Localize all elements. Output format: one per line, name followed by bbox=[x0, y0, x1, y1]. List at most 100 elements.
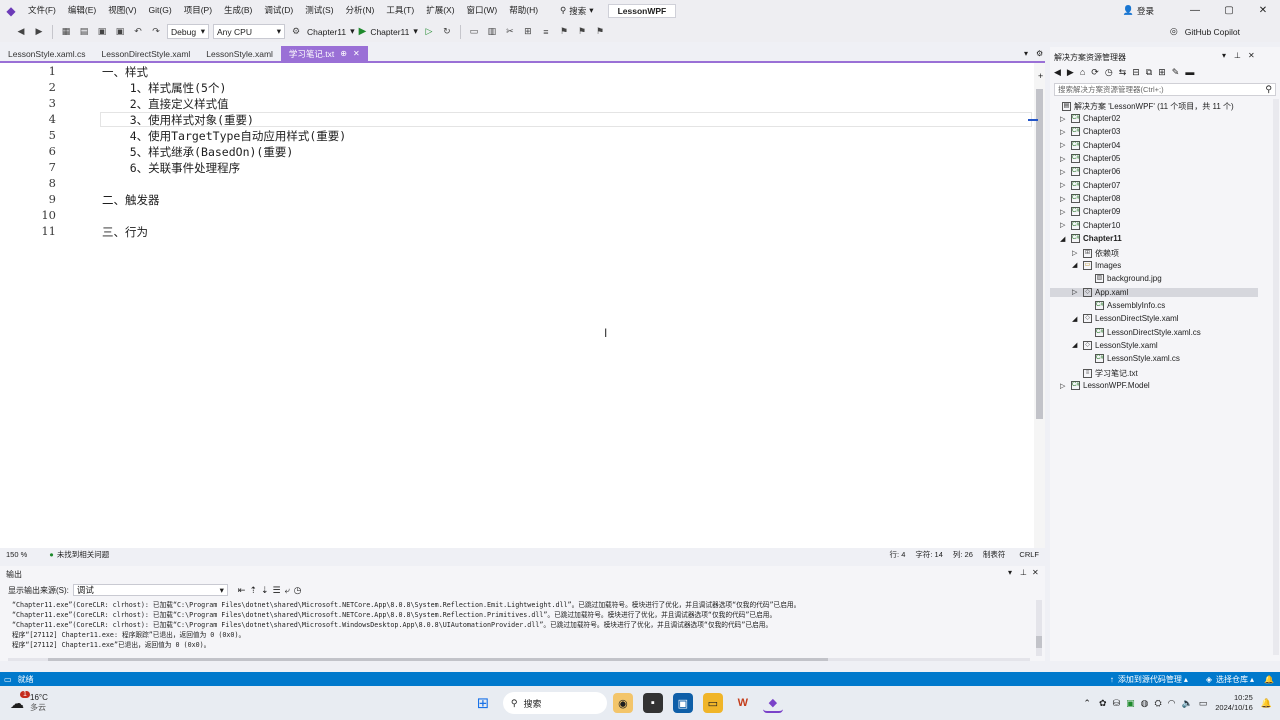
account-icon[interactable]: 👤 bbox=[1123, 5, 1134, 16]
save-all-icon[interactable]: ▣ bbox=[113, 25, 127, 39]
tools-icon[interactable]: ✂ bbox=[503, 25, 517, 39]
menu-item[interactable]: 视图(V) bbox=[102, 0, 142, 21]
run-target-button[interactable]: Chapter11 bbox=[370, 27, 409, 37]
code-line[interactable]: 2、直接定义样式值 bbox=[102, 96, 229, 112]
layout-icon[interactable]: ▥ bbox=[485, 25, 499, 39]
copilot-icon[interactable]: ◎ bbox=[1170, 26, 1178, 37]
tree-item[interactable]: ◢ ◇ LessonDirectStyle.xaml bbox=[1050, 314, 1258, 324]
expand-down-icon[interactable]: ◢ bbox=[1060, 235, 1068, 243]
copilot-button[interactable]: GitHub Copilot bbox=[1185, 27, 1240, 37]
copy-icon[interactable]: ⧉ bbox=[1146, 67, 1152, 78]
code-line[interactable]: 一、样式 bbox=[102, 64, 148, 80]
source-select[interactable]: 调试 ▾ bbox=[72, 584, 228, 596]
explorer-scrollbar[interactable] bbox=[1273, 99, 1279, 655]
code-line[interactable]: 5、样式继承(BasedOn)(重要) bbox=[102, 144, 294, 160]
menu-item[interactable]: Git(G) bbox=[143, 0, 178, 21]
history-icon[interactable]: ◷ bbox=[1105, 67, 1113, 78]
tree-item[interactable]: ▷ C# Chapter08 bbox=[1050, 194, 1258, 204]
menu-item[interactable]: 窗口(W) bbox=[461, 0, 504, 21]
expand-right-icon[interactable]: ▷ bbox=[1060, 382, 1068, 390]
bookmark-icon[interactable]: ⚑ bbox=[557, 25, 571, 39]
menu-item[interactable]: 测试(S) bbox=[299, 0, 339, 21]
tree-item[interactable]: ◢ ◇ LessonStyle.xaml bbox=[1050, 340, 1258, 350]
tree-item[interactable]: C# LessonDirectStyle.xaml.cs bbox=[1050, 327, 1258, 337]
menu-item[interactable]: 分析(N) bbox=[340, 0, 381, 21]
expand-right-icon[interactable]: ▷ bbox=[1072, 249, 1080, 257]
solution-root[interactable]: ▤ 解决方案 'LessonWPF' (11 个项目，共 11 个) bbox=[1062, 101, 1234, 112]
expand-right-icon[interactable]: ▷ bbox=[1060, 141, 1068, 149]
tree-item[interactable]: C# LessonStyle.xaml.cs bbox=[1050, 354, 1258, 364]
tree-item[interactable]: C# AssemblyInfo.cs bbox=[1050, 300, 1258, 310]
config-select[interactable]: Debug ▾ bbox=[167, 24, 209, 39]
menu-item[interactable]: 扩展(X) bbox=[420, 0, 460, 21]
store-icon[interactable]: ▣ bbox=[672, 693, 693, 713]
document-tab[interactable]: LessonDirectStyle.xaml bbox=[93, 46, 198, 61]
tab-list-chevron-icon[interactable]: ▾ bbox=[1024, 49, 1028, 58]
expand-right-icon[interactable]: ▷ bbox=[1072, 288, 1080, 296]
next-message-icon[interactable]: ⇣ bbox=[261, 585, 269, 596]
save-icon[interactable]: ▣ bbox=[95, 25, 109, 39]
close-icon[interactable]: ✕ bbox=[1246, 5, 1280, 16]
expand-down-icon[interactable]: ◢ bbox=[1072, 315, 1080, 323]
document-tab[interactable]: 学习笔记.txt ⊕ ✕ bbox=[280, 46, 368, 61]
back-icon[interactable]: ◀ bbox=[1054, 67, 1061, 78]
expand-down-icon[interactable]: ◢ bbox=[1072, 341, 1080, 349]
hot-reload-icon[interactable]: ↻ bbox=[440, 25, 454, 39]
pin-icon[interactable]: ⊕ bbox=[340, 49, 347, 58]
timestamp-icon[interactable]: ◷ bbox=[294, 585, 302, 596]
code-line[interactable]: 4、使用TargetType自动应用样式(重要) bbox=[102, 128, 347, 144]
close-icon[interactable]: ✕ bbox=[1032, 568, 1039, 577]
zoom-level[interactable]: 150 % bbox=[6, 550, 27, 559]
wps-icon[interactable]: W bbox=[733, 693, 753, 713]
prev-message-icon[interactable]: ⇡ bbox=[249, 585, 257, 596]
search-box[interactable]: ⚲ 搜索 ▾ bbox=[554, 5, 600, 17]
tray-app-icon[interactable]: ▣ bbox=[1126, 698, 1135, 709]
weather-widget[interactable]: 16°C 多云 bbox=[30, 693, 48, 713]
clear-all-icon[interactable]: ☰ bbox=[273, 585, 281, 596]
issues-status[interactable]: 未找到相关问题 bbox=[57, 549, 110, 560]
expand-right-icon[interactable]: ▷ bbox=[1060, 128, 1068, 136]
close-icon[interactable]: ✕ bbox=[1248, 51, 1255, 60]
code-line[interactable]: 三、行为 bbox=[102, 224, 148, 240]
tray-app-icon[interactable]: ⛁ bbox=[1113, 698, 1121, 709]
document-tab[interactable]: LessonStyle.xaml.cs bbox=[0, 46, 93, 61]
tree-item[interactable]: ▷ ◇ App.xaml bbox=[1050, 287, 1258, 297]
expand-right-icon[interactable]: ▷ bbox=[1060, 155, 1068, 163]
forward-icon[interactable]: ▶ bbox=[1067, 67, 1074, 78]
vscroll-thumb[interactable] bbox=[1036, 636, 1042, 648]
output-vscrollbar[interactable] bbox=[1036, 600, 1042, 656]
bookmark-prev-icon[interactable]: ⚑ bbox=[575, 25, 589, 39]
expand-right-icon[interactable]: ▷ bbox=[1060, 208, 1068, 216]
wrench-icon[interactable]: ✎ bbox=[1172, 67, 1180, 78]
preview-icon[interactable]: ▬ bbox=[1185, 67, 1194, 77]
add-source-control[interactable]: 添加到源代码管理 bbox=[1118, 674, 1182, 685]
menu-item[interactable]: 文件(F) bbox=[22, 0, 62, 21]
volume-icon[interactable]: 🔈 bbox=[1182, 698, 1193, 709]
chevron-down-icon[interactable]: ▾ bbox=[1008, 568, 1012, 577]
output-hscrollbar[interactable] bbox=[8, 658, 1030, 661]
explorer-search-input[interactable]: 搜索解决方案资源管理器(Ctrl+;) bbox=[1058, 84, 1164, 95]
expand-right-icon[interactable]: ▷ bbox=[1060, 181, 1068, 189]
file-explorer-icon[interactable]: ▭ bbox=[702, 693, 723, 713]
tree-item[interactable]: ▷ C# LessonWPF.Model bbox=[1050, 381, 1258, 390]
expand-right-icon[interactable]: ▷ bbox=[1060, 168, 1068, 176]
task-view-icon[interactable]: ▪ bbox=[642, 693, 663, 713]
run-icon[interactable]: ▶ bbox=[359, 26, 367, 37]
tree-item[interactable]: ▷ C# Chapter06 bbox=[1050, 167, 1258, 177]
expand-right-icon[interactable]: ▷ bbox=[1060, 115, 1068, 123]
tray-app-icon[interactable]: ✿ bbox=[1099, 698, 1107, 709]
explorer-search-box[interactable]: 搜索解决方案资源管理器(Ctrl+;) ⚲ bbox=[1054, 83, 1276, 96]
forward-icon[interactable]: ▶ bbox=[32, 25, 46, 39]
text-editor[interactable]: 1 一、样式 2 1、样式属性(5个) 3 2、直接定义样式值 4 3、使用样式对象(重… bbox=[0, 63, 1045, 548]
open-icon[interactable]: ▤ bbox=[77, 25, 91, 39]
tray-app-icon[interactable]: ◍ bbox=[1141, 698, 1149, 709]
expand-down-icon[interactable]: ◢ bbox=[1072, 261, 1080, 269]
chevron-down-icon[interactable]: ▾ bbox=[1222, 51, 1226, 60]
tree-item[interactable]: ▷ C# Chapter05 bbox=[1050, 154, 1258, 164]
tree-item[interactable]: ▷ C# Chapter02 bbox=[1050, 114, 1258, 123]
visual-studio-icon[interactable]: ◆ bbox=[762, 693, 783, 713]
bookmark-next-icon[interactable]: ⚑ bbox=[593, 25, 607, 39]
scroll-thumb[interactable] bbox=[1036, 89, 1043, 419]
word-wrap-icon[interactable]: ⤶ bbox=[285, 585, 290, 596]
tree-item[interactable]: ▨ background.jpg bbox=[1050, 274, 1258, 284]
